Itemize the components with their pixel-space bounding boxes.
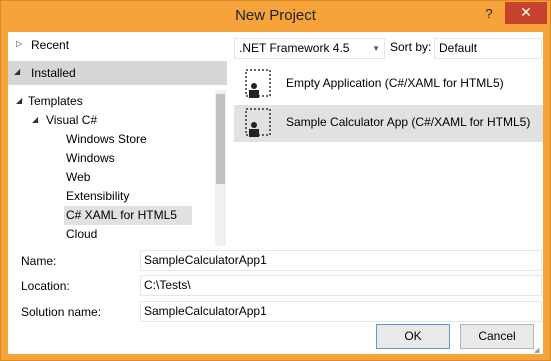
tree-item-label: Web: [66, 170, 91, 184]
name-label: Name:: [21, 254, 57, 268]
ok-button[interactable]: OK: [376, 324, 450, 349]
resize-grip-icon[interactable]: ◢: [534, 346, 542, 354]
tree-item-label: Windows Store: [66, 132, 147, 146]
sort-by-label: Sort by:: [390, 40, 432, 54]
category-installed-label: Installed: [31, 66, 76, 80]
tree-item-extensibility[interactable]: Extensibility: [8, 187, 215, 206]
name-field[interactable]: SampleCalculatorApp1: [140, 250, 542, 271]
close-button[interactable]: ✕: [505, 2, 547, 24]
scrollbar-thumb[interactable]: [216, 94, 225, 184]
tree-item-label: C# XAML for HTML5: [66, 208, 177, 222]
tree-item-label: Extensibility: [66, 189, 130, 203]
tree-item-label: Visual C#: [46, 113, 98, 127]
dropdown-arrow-icon[interactable]: ▼: [372, 39, 380, 58]
location-field[interactable]: C:\Tests\: [140, 275, 542, 296]
category-recent[interactable]: ▷ Recent: [8, 34, 227, 58]
title-bar[interactable]: New Project ? ✕: [1, 1, 550, 32]
tree-item-windows[interactable]: Windows: [8, 149, 215, 168]
cancel-button[interactable]: Cancel: [460, 324, 534, 349]
template-tree: ◢ Templates ◢ Visual C# Windows Store Wi…: [8, 90, 227, 246]
collapse-arrow-icon[interactable]: ◢: [16, 96, 26, 106]
tree-item-csharp-xaml-html5[interactable]: C# XAML for HTML5: [64, 206, 192, 225]
template-label: Sample Calculator App (C#/XAML for HTML5…: [286, 115, 531, 129]
template-item[interactable]: Empty Application (C#/XAML for HTML5): [234, 66, 543, 103]
category-recent-label: Recent: [31, 38, 70, 52]
template-icon: [245, 69, 271, 98]
window-title: New Project: [235, 7, 316, 24]
tree-item-windows-store[interactable]: Windows Store: [8, 130, 215, 149]
collapse-arrow-icon[interactable]: ◢: [14, 67, 24, 77]
tree-item-label: Templates: [28, 94, 83, 108]
sort-by-dropdown[interactable]: Default: [434, 38, 542, 59]
tree-scrollbar[interactable]: [215, 90, 226, 246]
expand-arrow-icon[interactable]: ▷: [16, 39, 26, 49]
location-label: Location:: [21, 279, 70, 293]
category-installed[interactable]: ◢ Installed: [8, 61, 227, 85]
solution-name-field[interactable]: SampleCalculatorApp1: [140, 301, 542, 322]
new-project-dialog: New Project ? ✕ ▷ Recent ◢ Installed ◢ T…: [0, 0, 551, 361]
tree-item-templates[interactable]: ◢ Templates: [8, 92, 215, 111]
tree-item-visual-csharp[interactable]: ◢ Visual C#: [8, 111, 215, 130]
template-icon: [245, 108, 271, 137]
sort-by-value: Default: [439, 41, 478, 55]
template-item-selected[interactable]: Sample Calculator App (C#/XAML for HTML5…: [234, 105, 543, 142]
tree-item-web[interactable]: Web: [8, 168, 215, 187]
dialog-body: ▷ Recent ◢ Installed ◢ Templates ◢ Visua…: [8, 32, 543, 354]
framework-dropdown-value: .NET Framework 4.5: [239, 41, 350, 55]
tree-item-label: Windows: [66, 151, 115, 165]
help-button[interactable]: ?: [479, 4, 499, 24]
framework-dropdown[interactable]: .NET Framework 4.5 ▼: [234, 38, 385, 59]
tree-item-cloud[interactable]: Cloud: [8, 225, 215, 244]
template-label: Empty Application (C#/XAML for HTML5): [286, 76, 504, 90]
solution-name-label: Solution name:: [21, 305, 102, 319]
tree-item-label: Cloud: [66, 227, 98, 241]
collapse-arrow-icon[interactable]: ◢: [32, 115, 42, 125]
